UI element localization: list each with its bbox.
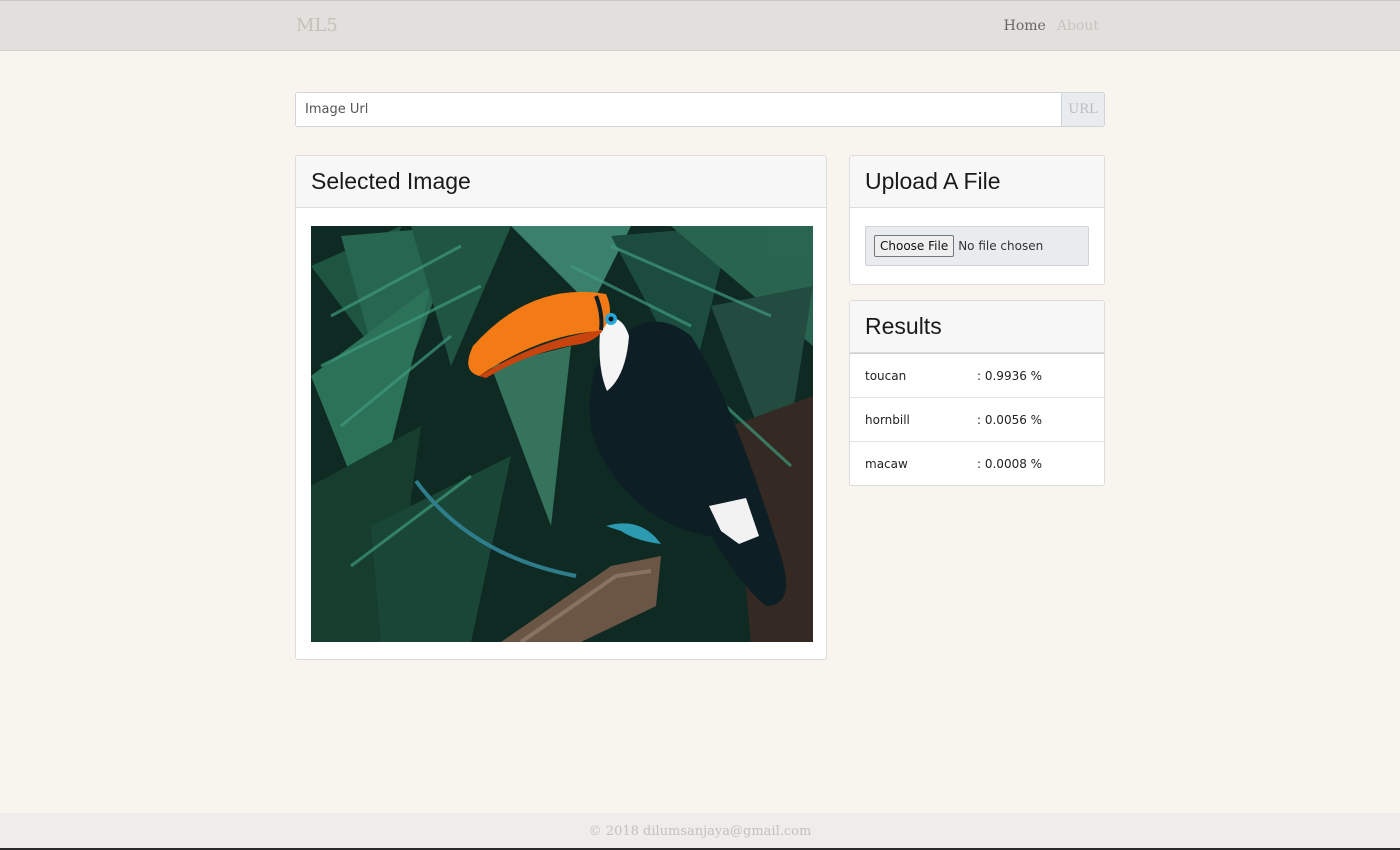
- result-row: hornbill : 0.0056 %: [850, 398, 1104, 442]
- result-value: : 0.0008 %: [977, 457, 1043, 471]
- toucan-photo: [311, 226, 813, 642]
- nav-links: Home About: [1004, 18, 1099, 34]
- navbar: ML5 Home About: [0, 0, 1400, 51]
- selected-image: [311, 226, 813, 642]
- result-label: hornbill: [865, 413, 910, 427]
- selected-image-card: Selected Image: [295, 155, 827, 660]
- file-status: No file chosen: [958, 239, 1044, 253]
- results-list: toucan : 0.9936 % hornbill : 0.0056 % ma…: [850, 353, 1104, 486]
- result-value: : 0.9936 %: [977, 369, 1043, 383]
- image-url-input[interactable]: [296, 93, 1061, 126]
- results-title: Results: [850, 301, 1104, 353]
- result-row: toucan : 0.9936 %: [850, 354, 1104, 398]
- file-input[interactable]: Choose File No file chosen: [865, 226, 1089, 266]
- result-label: toucan: [865, 369, 907, 383]
- footer-text: © 2018 dilumsanjaya@gmail.com: [588, 824, 812, 839]
- choose-file-button[interactable]: Choose File: [874, 235, 955, 257]
- upload-title: Upload A File: [850, 156, 1104, 208]
- url-button[interactable]: URL: [1061, 93, 1104, 126]
- nav-link-home[interactable]: Home: [1004, 18, 1046, 34]
- results-card: Results toucan : 0.9936 % hornbill : 0.0…: [849, 300, 1105, 486]
- brand-logo[interactable]: ML5: [296, 15, 338, 36]
- nav-link-about[interactable]: About: [1057, 18, 1099, 34]
- result-label: macaw: [865, 457, 908, 471]
- result-value: : 0.0056 %: [977, 413, 1043, 427]
- result-row: macaw : 0.0008 %: [850, 442, 1104, 486]
- footer: © 2018 dilumsanjaya@gmail.com: [0, 813, 1400, 850]
- url-input-group: URL: [295, 92, 1105, 127]
- selected-image-title: Selected Image: [296, 156, 826, 208]
- upload-card: Upload A File Choose File No file chosen: [849, 155, 1105, 285]
